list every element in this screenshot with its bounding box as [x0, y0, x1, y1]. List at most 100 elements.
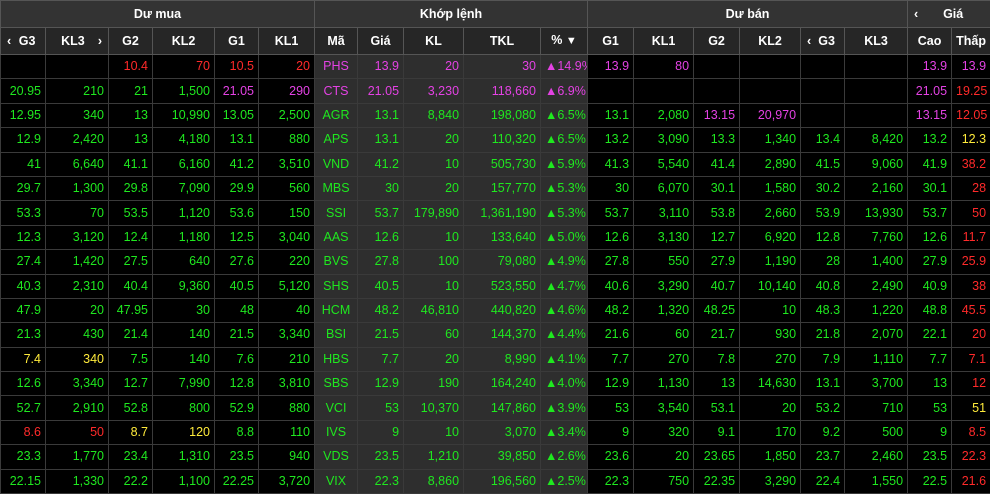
chevron-left-icon[interactable]: ‹ [912, 3, 920, 26]
cell-sell-g2: 7.8 [694, 347, 740, 371]
col-buy-kl1[interactable]: KL1 [259, 28, 315, 55]
cell-sell-g3: 23.7 [801, 445, 845, 469]
sort-desc-icon[interactable]: ▼ [566, 35, 577, 47]
cell-low: 38.2 [952, 152, 990, 176]
cell-symbol[interactable]: VIX [315, 469, 358, 493]
cell-sell-g3: 53.9 [801, 201, 845, 225]
cell-total-volume: 157,770 [464, 176, 541, 200]
cell-buy-kl3: 2,310 [46, 274, 109, 298]
table-row[interactable]: 7.43407.51407.6210HBS7.7208,990▲4.1%7.72… [1, 347, 990, 371]
cell-change-percent: ▲3.9% [541, 396, 588, 420]
cell-symbol[interactable]: HBS [315, 347, 358, 371]
table-row[interactable]: 23.31,77023.41,31023.5940VDS23.51,21039,… [1, 445, 990, 469]
table-row[interactable]: 12.63,34012.77,99012.83,810SBS12.9190164… [1, 372, 990, 396]
cell-total-volume: 133,640 [464, 225, 541, 249]
cell-low: 11.7 [952, 225, 990, 249]
cell-sell-g2: 30.1 [694, 176, 740, 200]
cell-symbol[interactable]: VDS [315, 445, 358, 469]
cell-buy-g1: 27.6 [215, 250, 259, 274]
cell-symbol[interactable]: CTS [315, 79, 358, 103]
table-row[interactable]: 12.92,420134,18013.1880APS13.120110,320▲… [1, 128, 990, 152]
col-low[interactable]: Thấp [952, 28, 990, 55]
cell-symbol[interactable]: IVS [315, 420, 358, 444]
cell-high: 13.2 [908, 128, 952, 152]
col-total-volume[interactable]: TKL [464, 28, 541, 55]
table-row[interactable]: 27.41,42027.564027.6220BVS27.810079,080▲… [1, 250, 990, 274]
cell-symbol[interactable]: APS [315, 128, 358, 152]
table-row[interactable]: 29.71,30029.87,09029.9560MBS3020157,770▲… [1, 176, 990, 200]
col-high[interactable]: Cao [908, 28, 952, 55]
table-row[interactable]: 40.32,31040.49,36040.55,120SHS40.510523,… [1, 274, 990, 298]
cell-symbol[interactable]: AAS [315, 225, 358, 249]
cell-buy-kl2: 140 [153, 347, 215, 371]
cell-symbol[interactable]: BSI [315, 323, 358, 347]
group-price-label: Giá [943, 7, 963, 21]
cell-symbol[interactable]: VCI [315, 396, 358, 420]
cell-sell-g3: 41.5 [801, 152, 845, 176]
cell-sell-g1: 48.2 [588, 298, 634, 322]
cell-buy-kl1: 3,510 [259, 152, 315, 176]
cell-symbol[interactable]: HCM [315, 298, 358, 322]
cell-symbol[interactable]: SBS [315, 372, 358, 396]
cell-symbol[interactable]: PHS [315, 55, 358, 79]
cell-sell-g2: 41.4 [694, 152, 740, 176]
col-sell-kl1[interactable]: KL1 [634, 28, 694, 55]
col-sell-kl3[interactable]: KL3 [845, 28, 908, 55]
cell-sell-g2: 22.35 [694, 469, 740, 493]
cell-sell-kl2: 10 [740, 298, 801, 322]
table-row[interactable]: 21.343021.414021.53,340BSI21.560144,370▲… [1, 323, 990, 347]
cell-symbol[interactable]: SHS [315, 274, 358, 298]
cell-buy-kl2: 7,090 [153, 176, 215, 200]
cell-match-volume: 20 [404, 176, 464, 200]
table-row[interactable]: 22.151,33022.21,10022.253,720VIX22.38,86… [1, 469, 990, 493]
cell-symbol[interactable]: BVS [315, 250, 358, 274]
cell-match-volume: 46,810 [404, 298, 464, 322]
cell-change-percent: ▲4.9% [541, 250, 588, 274]
col-sell-g2[interactable]: G2 [694, 28, 740, 55]
col-buy-g3[interactable]: ‹ G3 [1, 28, 46, 55]
cell-match-price: 21.05 [358, 79, 404, 103]
col-match-volume[interactable]: KL [404, 28, 464, 55]
cell-match-price: 12.9 [358, 372, 404, 396]
cell-sell-kl3: 500 [845, 420, 908, 444]
chevron-left-icon[interactable]: ‹ [805, 30, 813, 53]
table-row[interactable]: 53.37053.51,12053.6150SSI53.7179,8901,36… [1, 201, 990, 225]
col-buy-kl3[interactable]: KL3 › [46, 28, 109, 55]
column-header-row: ‹ G3 KL3 › G2 KL2 G1 KL1 Mã Giá KL TKL %… [1, 28, 990, 55]
cell-sell-g3: 7.9 [801, 347, 845, 371]
table-row[interactable]: 8.6508.71208.8110IVS9103,070▲3.4%93209.1… [1, 420, 990, 444]
cell-sell-g2 [694, 55, 740, 79]
cell-buy-g3: 8.6 [1, 420, 46, 444]
cell-symbol[interactable]: VND [315, 152, 358, 176]
chevron-left-icon[interactable]: ‹ [5, 30, 13, 53]
col-change-percent[interactable]: % ▼ [541, 28, 588, 55]
table-row[interactable]: 20.95210211,50021.05290CTS21.053,230118,… [1, 79, 990, 103]
col-match-price[interactable]: Giá [358, 28, 404, 55]
table-row[interactable]: 416,64041.16,16041.23,510VND41.210505,73… [1, 152, 990, 176]
col-sell-g3[interactable]: ‹ G3 [801, 28, 845, 55]
table-row[interactable]: 52.72,91052.880052.9880VCI5310,370147,86… [1, 396, 990, 420]
table-row[interactable]: 10.47010.520PHS13.92030▲14.9%13.98013.91… [1, 55, 990, 79]
table-row[interactable]: 12.953401310,99013.052,500AGR13.18,84019… [1, 103, 990, 127]
cell-sell-g1: 7.7 [588, 347, 634, 371]
cell-buy-kl3: 2,910 [46, 396, 109, 420]
table-row[interactable]: 47.92047.95304840HCM48.246,810440,820▲4.… [1, 298, 990, 322]
cell-total-volume: 523,550 [464, 274, 541, 298]
cell-low: 21.6 [952, 469, 990, 493]
col-buy-kl2[interactable]: KL2 [153, 28, 215, 55]
col-sell-kl2[interactable]: KL2 [740, 28, 801, 55]
cell-symbol[interactable]: MBS [315, 176, 358, 200]
cell-symbol[interactable]: SSI [315, 201, 358, 225]
cell-buy-g2: 10.4 [109, 55, 153, 79]
cell-buy-g1: 12.8 [215, 372, 259, 396]
cell-sell-kl3: 1,550 [845, 469, 908, 493]
cell-buy-kl3: 210 [46, 79, 109, 103]
table-row[interactable]: 12.33,12012.41,18012.53,040AAS12.610133,… [1, 225, 990, 249]
chevron-right-icon[interactable]: › [96, 30, 104, 53]
cell-high: 13 [908, 372, 952, 396]
cell-symbol[interactable]: AGR [315, 103, 358, 127]
col-sell-g1[interactable]: G1 [588, 28, 634, 55]
col-symbol[interactable]: Mã [315, 28, 358, 55]
col-buy-g1[interactable]: G1 [215, 28, 259, 55]
col-buy-g2[interactable]: G2 [109, 28, 153, 55]
